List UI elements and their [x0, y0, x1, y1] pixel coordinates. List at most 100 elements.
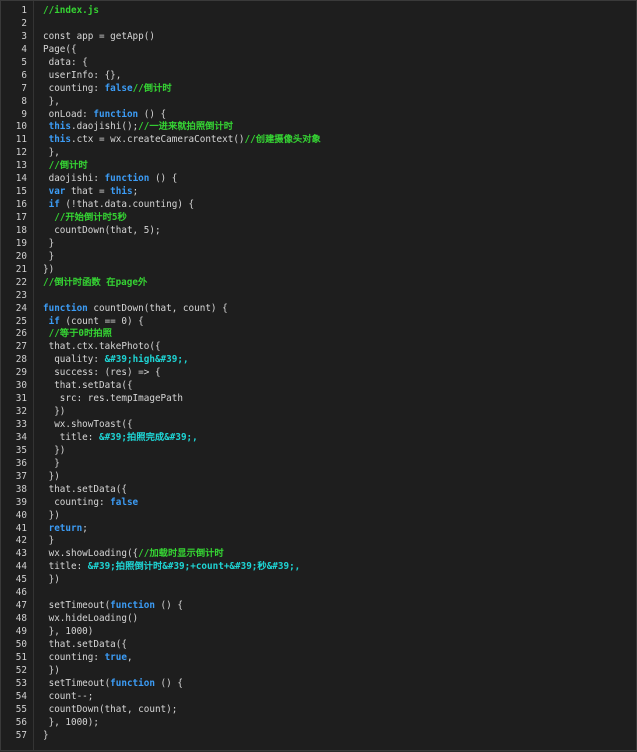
line-number: 53	[15, 677, 27, 689]
line-number: 18	[15, 224, 27, 236]
code-text: })	[43, 264, 54, 277]
code-line: 49 }, 1000)	[1, 626, 636, 639]
code-text: counting: false//倒计时	[43, 83, 172, 96]
code-line: 26 //等于0时拍照	[1, 328, 636, 341]
code-text: }, 1000)	[43, 626, 94, 639]
code-text: })	[43, 445, 65, 458]
code-token: data: {	[43, 56, 88, 68]
code-line: 23	[1, 290, 636, 303]
code-line: 52 })	[1, 665, 636, 678]
code-text: setTimeout(function () {	[43, 678, 183, 691]
code-text: Page({	[43, 44, 77, 57]
code-token: counting:	[43, 82, 105, 94]
line-number: 46	[15, 587, 27, 599]
code-token: }	[43, 535, 55, 547]
line-number: 34	[15, 431, 27, 443]
line-number: 29	[15, 367, 27, 379]
code-text: //开始倒计时5秒	[43, 212, 127, 225]
code-line: 31 src: res.tempImagePath	[1, 393, 636, 406]
code-token: },	[43, 95, 60, 107]
code-text: const app = getApp()	[43, 31, 155, 44]
code-token: function	[110, 677, 155, 689]
code-line: 21})	[1, 264, 636, 277]
code-token: })	[43, 444, 66, 456]
line-number: 49	[15, 626, 27, 637]
code-text: that.setData({	[43, 484, 127, 497]
code-token: //加载时显示倒计时	[138, 548, 224, 560]
code-token: that.setData({	[43, 380, 133, 392]
code-line: 16 if (!that.data.counting) {	[1, 199, 636, 212]
code-text: //倒计时	[43, 160, 88, 173]
code-line: 9 onLoad: function () {	[1, 109, 636, 122]
code-text: }	[43, 238, 55, 251]
line-number: 16	[15, 199, 27, 211]
code-line: 53 setTimeout(function () {	[1, 678, 636, 691]
code-editor[interactable]: 1 //index.js 2 3 const app = getApp() 4 Page({…	[0, 0, 637, 751]
line-number: 10	[15, 121, 27, 133]
code-token: }, 1000);	[43, 716, 99, 728]
line-number: 54	[15, 690, 27, 702]
code-line: 13 //倒计时	[1, 160, 636, 173]
code-text: that.ctx.takePhoto({	[43, 341, 161, 354]
code-line: 28 quality: &#39;high&#39;,	[1, 354, 636, 367]
code-text: userInfo: {},	[43, 70, 122, 83]
code-token: () {	[154, 600, 183, 612]
code-line: 25 if (count == 0) {	[1, 316, 636, 329]
code-token: () {	[149, 173, 178, 185]
code-token: that.setData({	[43, 638, 127, 650]
code-text: onLoad: function () {	[43, 108, 167, 122]
code-text: wx.hideLoading()	[43, 613, 139, 626]
code-text: this.ctx = wx.createCameraContext()//创建摄…	[43, 134, 321, 147]
code-token: setTimeout(	[43, 600, 111, 612]
code-token: wx.hideLoading()	[43, 613, 139, 625]
line-number: 30	[15, 380, 27, 392]
code-line: 41 return;	[1, 523, 636, 536]
code-text: if (count == 0) {	[43, 316, 144, 329]
code-text: //等于0时拍照	[43, 328, 112, 341]
code-token: countDown(that, count) {	[87, 302, 228, 314]
code-token: setTimeout(	[43, 677, 111, 689]
code-token: const app = getApp()	[43, 30, 155, 42]
code-line: 40 })	[1, 510, 636, 523]
line-number: 15	[15, 186, 27, 198]
code-text: })	[43, 665, 60, 678]
line-number: 56	[15, 716, 27, 728]
line-number: 12	[15, 147, 27, 159]
code-line: 14 daojishi: function () {	[1, 173, 636, 186]
line-number: 38	[15, 483, 27, 495]
code-token: true	[104, 651, 127, 663]
code-token: false	[110, 496, 139, 508]
code-token: onLoad:	[43, 108, 94, 120]
code-token: }	[43, 250, 55, 262]
code-line: 30 that.setData({	[1, 380, 636, 393]
code-line: 48 wx.hideLoading()	[1, 613, 636, 626]
code-token: &#39;拍照完成&#39;,	[98, 431, 198, 443]
code-text: }	[43, 458, 60, 471]
line-number: 32	[15, 406, 27, 418]
code-token: counting:	[43, 496, 111, 508]
code-text: })	[43, 510, 60, 523]
line-number: 33	[15, 419, 27, 430]
line-number: 2	[21, 17, 27, 29]
code-line: 32 })	[1, 406, 636, 419]
code-line: 29 success: (res) => {	[1, 367, 636, 380]
code-token: this	[110, 186, 133, 198]
code-token: //倒计时	[43, 160, 88, 172]
code-text: daojishi: function () {	[43, 173, 178, 186]
code-token: ;	[82, 522, 88, 534]
code-line: 43 wx.showLoading({//加载时显示倒计时	[1, 548, 636, 561]
code-line: 2	[1, 18, 636, 31]
code-token: (count == 0) {	[59, 315, 144, 327]
code-token: })	[43, 263, 55, 275]
line-number: 41	[15, 522, 27, 534]
line-number: 3	[21, 30, 27, 42]
line-number: 21	[15, 263, 27, 275]
code-token: function	[110, 600, 155, 612]
code-token: if	[43, 199, 60, 211]
code-area[interactable]: 1 //index.js 2 3 const app = getApp() 4 Page({…	[1, 5, 636, 742]
code-text: setTimeout(function () {	[43, 600, 183, 613]
code-text: })	[43, 406, 65, 419]
code-text: counting: false	[43, 497, 138, 510]
code-line: 12 },	[1, 147, 636, 160]
line-number: 22	[15, 276, 27, 288]
